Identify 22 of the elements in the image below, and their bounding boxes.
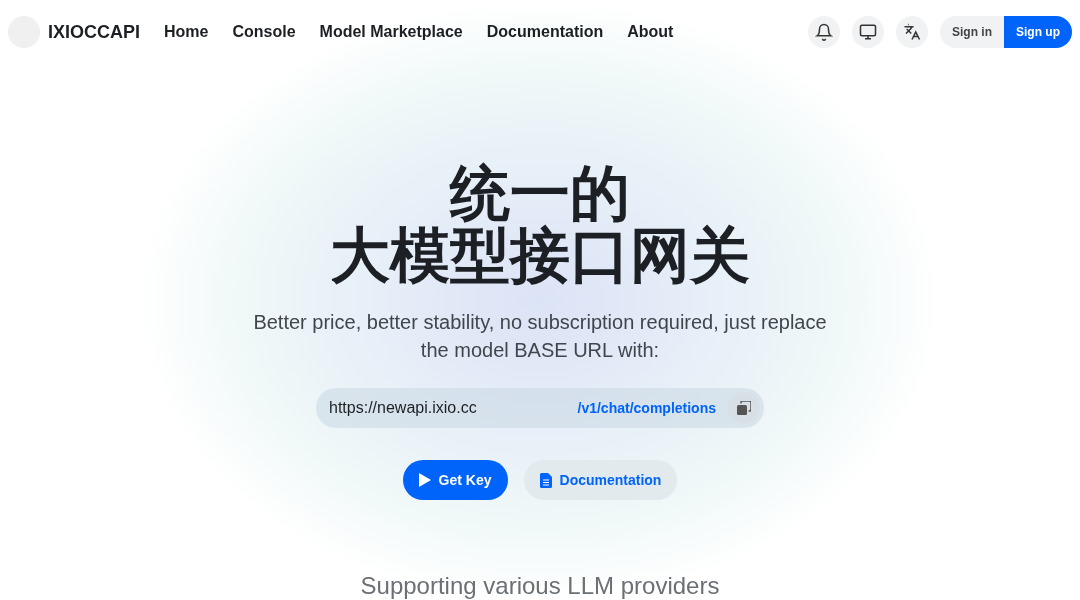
copy-icon[interactable]: [728, 392, 760, 424]
base-url-text: https://newapi.ixio.cc: [329, 399, 478, 417]
nav-link[interactable]: Model Marketplace: [319, 23, 463, 41]
sign-up-button[interactable]: Sign up: [1004, 16, 1072, 48]
hero-title: 大模型接口网关: [330, 224, 750, 286]
get-key-button[interactable]: Get Key: [402, 460, 508, 500]
endpoint-path: /v1/chat/completions: [577, 400, 716, 416]
hero-subtitle: Better price, better stability, no subscription required, just replace the model BASE URL with:: [252, 310, 828, 363]
nav-link[interactable]: About: [627, 23, 674, 41]
providers-heading: Supporting various LLM providers: [360, 572, 720, 600]
monitor-icon[interactable]: [852, 16, 884, 48]
brand-name: IXIOCCAPI: [48, 21, 140, 43]
sign-in-button[interactable]: Sign in: [940, 16, 1004, 48]
document-icon: [539, 472, 552, 488]
notification-bell-icon[interactable]: [808, 16, 840, 48]
documentation-button[interactable]: Documentation: [523, 460, 678, 500]
play-icon: [418, 473, 431, 487]
nav-link[interactable]: Home: [164, 23, 209, 41]
hero-title: 统一的: [449, 162, 631, 224]
translate-icon[interactable]: [896, 16, 928, 48]
nav-link[interactable]: Documentation: [486, 23, 604, 41]
nav-link[interactable]: Console: [232, 23, 296, 41]
